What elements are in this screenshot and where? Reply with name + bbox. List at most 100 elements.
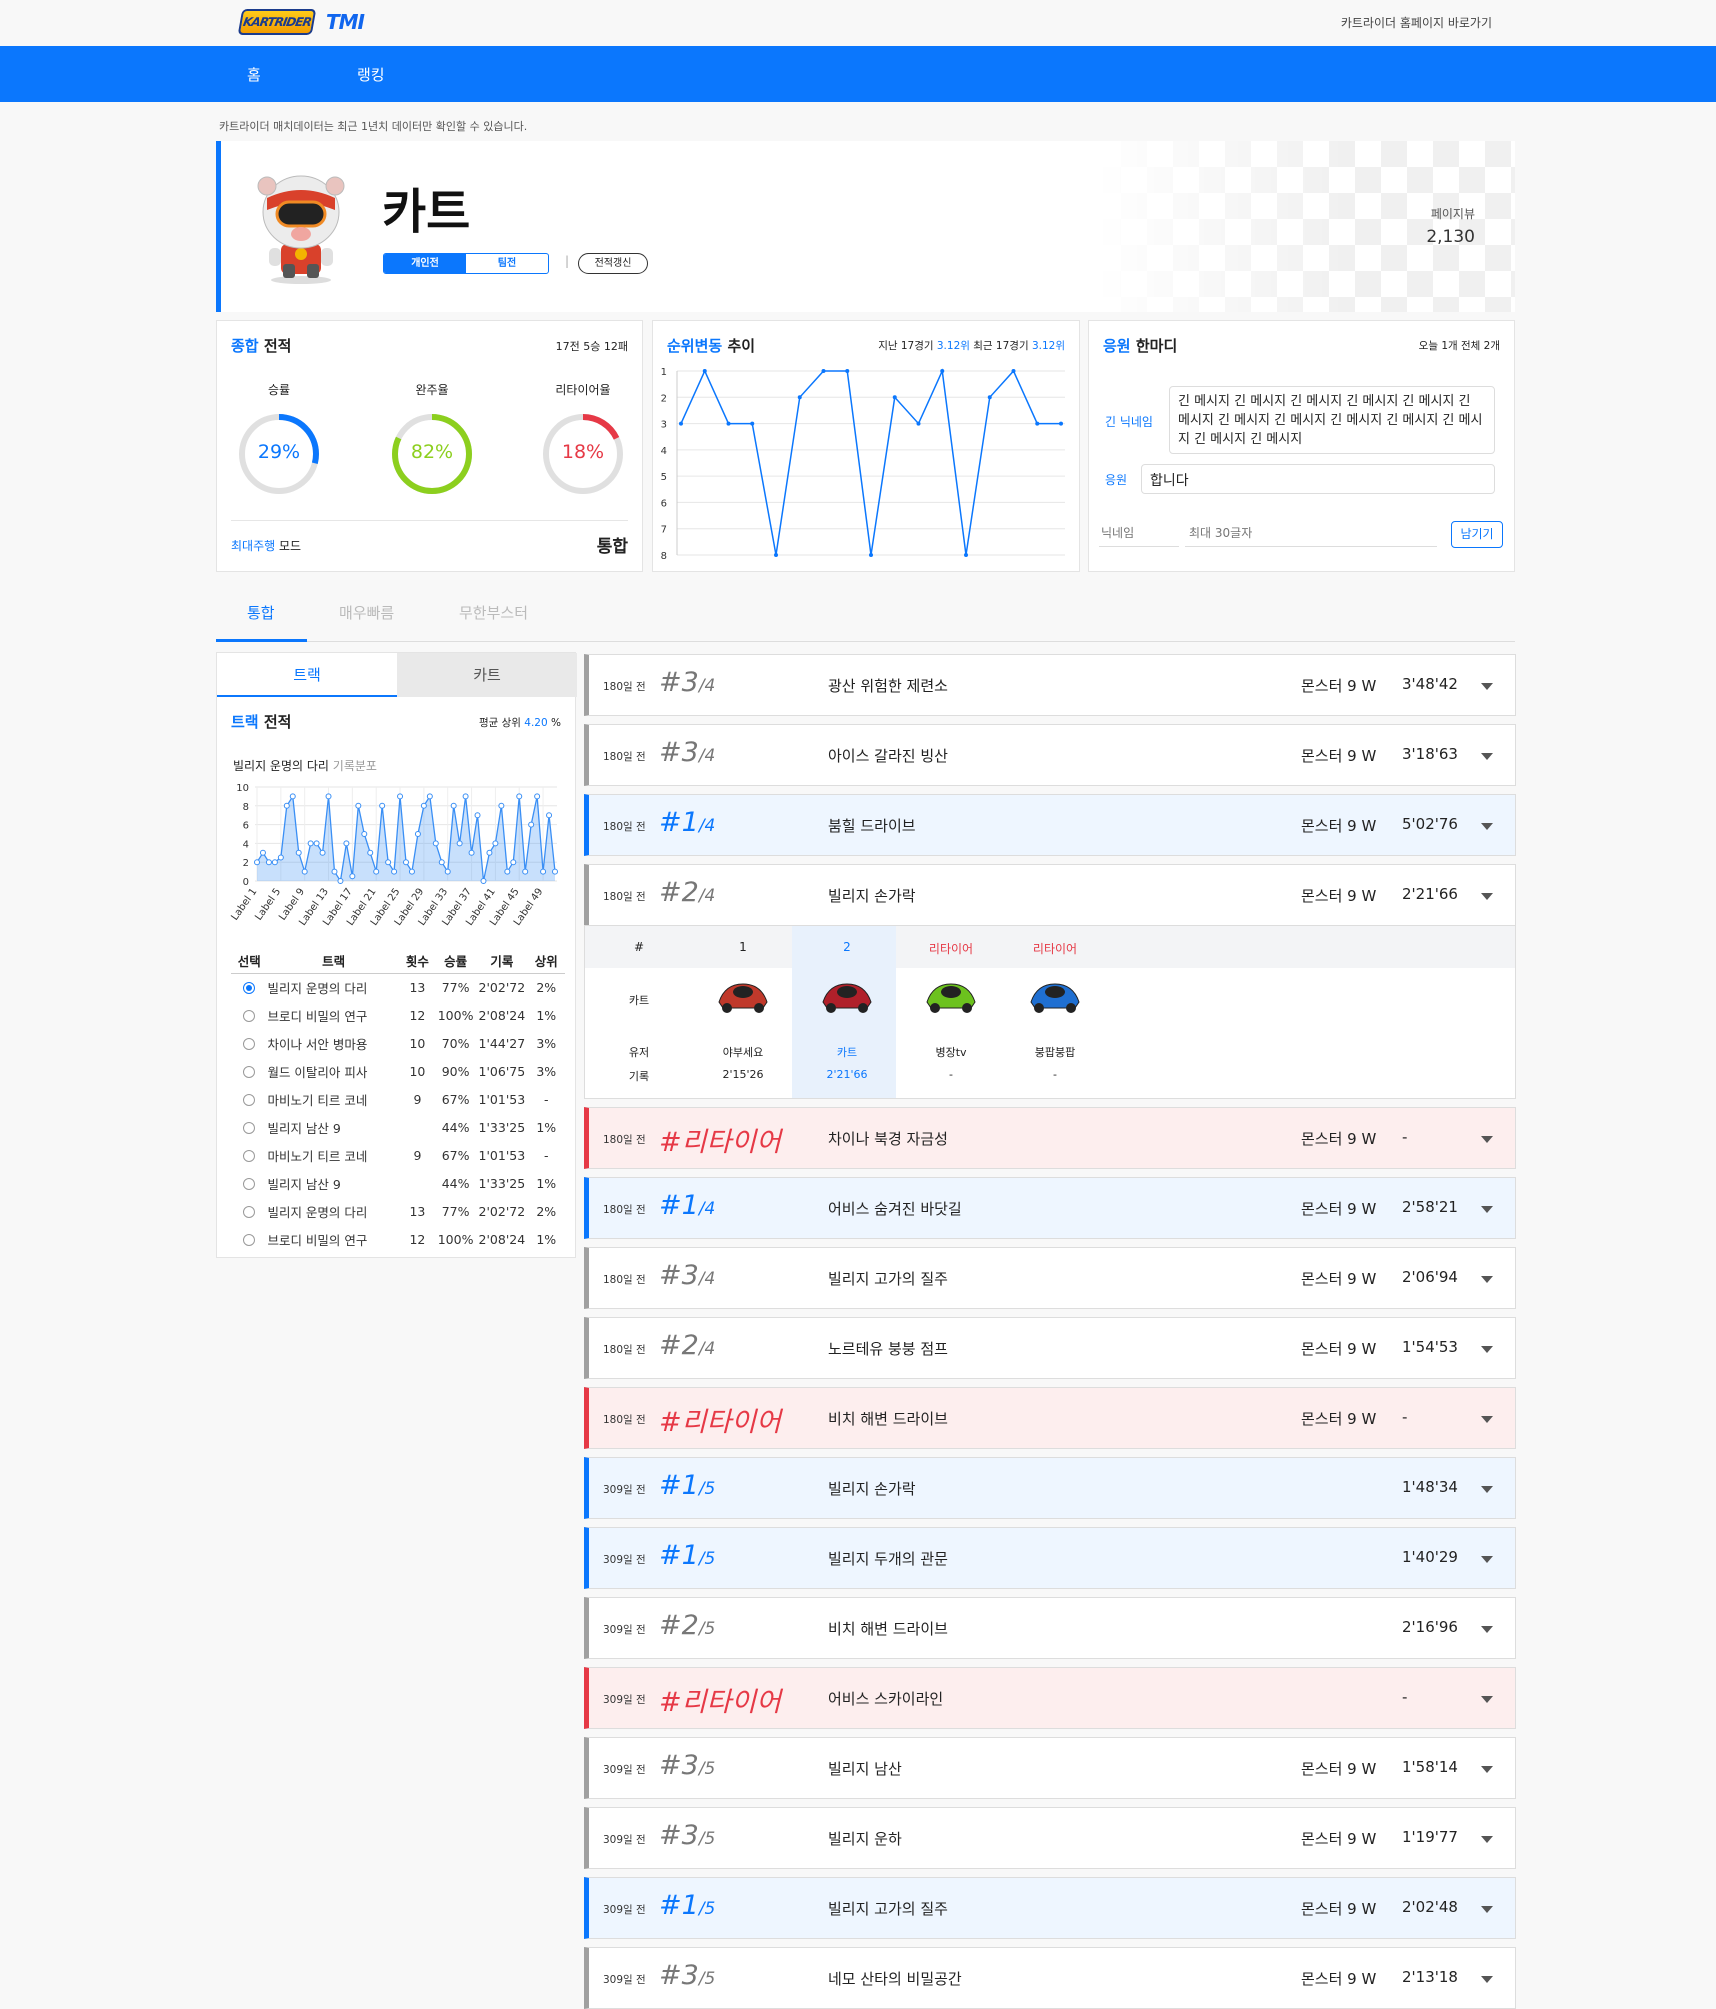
expand-chevron-down-icon[interactable] bbox=[1481, 1136, 1493, 1143]
nickname-input[interactable] bbox=[1099, 519, 1179, 547]
track-top: 1% bbox=[536, 1119, 557, 1135]
match-row[interactable]: 309일 전 #리타이어 어비스 스카이라인 - bbox=[584, 1667, 1516, 1729]
match-row[interactable]: 180일 전 #리타이어 차이나 북경 자금성 몬스터 9 W - bbox=[584, 1107, 1516, 1169]
dist-point bbox=[254, 859, 260, 866]
track-row[interactable]: 빌리지 남산 9 44% 1'33'25 1% bbox=[231, 1169, 565, 1197]
expand-chevron-down-icon[interactable] bbox=[1481, 1766, 1493, 1773]
track-row[interactable]: 빌리지 운명의 다리 13 77% 2'02'72 2% bbox=[231, 1197, 565, 1225]
match-row[interactable]: 180일 전 #리타이어 비치 해변 드라이브 몬스터 9 W - bbox=[584, 1387, 1516, 1449]
dist-point bbox=[343, 840, 350, 847]
match-row[interactable]: 309일 전 #3/5 빌리지 남산 몬스터 9 W 1'58'14 bbox=[584, 1737, 1516, 1799]
match-row[interactable]: 180일 전 #1/4 붐힐 드라이브 몬스터 9 W 5'02'76 bbox=[584, 794, 1516, 856]
match-row[interactable]: 180일 전 #3/4 아이스 갈라진 빙산 몬스터 9 W 3'18'63 bbox=[584, 724, 1516, 786]
tab-infinite-boost[interactable]: 무한부스터 bbox=[459, 602, 528, 623]
expand-chevron-down-icon[interactable] bbox=[1481, 1976, 1493, 1983]
track-row[interactable]: 마비노기 티르 코네 9 67% 1'01'53 - bbox=[231, 1085, 565, 1113]
track-radio[interactable] bbox=[243, 1234, 256, 1246]
track-select-cell[interactable] bbox=[231, 1113, 267, 1141]
match-row[interactable]: 309일 전 #3/5 네모 산타의 비밀공간 몬스터 9 W 2'13'18 bbox=[584, 1947, 1516, 2009]
track-radio[interactable] bbox=[243, 1010, 256, 1022]
track-row[interactable]: 월드 이탈리아 피사 10 90% 1'06'75 3% bbox=[231, 1057, 565, 1085]
match-row[interactable]: 309일 전 #3/5 빌리지 운하 몬스터 9 W 1'19'77 bbox=[584, 1807, 1516, 1869]
match-track: 빌리지 고가의 질주 bbox=[828, 1270, 948, 1288]
track-name: 마비노기 티르 코네 bbox=[267, 1148, 368, 1164]
match-row[interactable]: 180일 전 #2/4 빌리지 손가락 몬스터 9 W 2'21'66 bbox=[584, 864, 1516, 926]
track-radio[interactable] bbox=[243, 1122, 256, 1134]
match-detail-panel: #1 2 리타이어 리타이어 카트 유저 기록 야부세요 2'15'26 카트 2'21'66 병장t… bbox=[584, 925, 1516, 1099]
nav-ranking[interactable]: 랭킹 bbox=[357, 64, 385, 85]
track-radio[interactable] bbox=[243, 1066, 256, 1078]
expand-chevron-down-icon[interactable] bbox=[1481, 1836, 1493, 1843]
expand-chevron-down-icon[interactable] bbox=[1481, 1206, 1493, 1213]
homepage-link[interactable]: 카트라이더 홈페이지 바로가기 bbox=[1341, 14, 1492, 31]
track-radio[interactable] bbox=[243, 1094, 256, 1106]
track-radio[interactable] bbox=[243, 1178, 256, 1190]
detail-user[interactable]: 카트 bbox=[795, 1044, 899, 1060]
detail-record: 2'15'26 bbox=[722, 1068, 764, 1081]
expand-chevron-down-icon[interactable] bbox=[1481, 1486, 1493, 1493]
cheer-nick-1: 긴 닉네임 bbox=[1105, 415, 1153, 429]
match-rank-value: #1 bbox=[659, 807, 699, 838]
track-select-cell[interactable] bbox=[231, 1169, 267, 1197]
track-row[interactable]: 브로디 비밀의 연구 12 100% 2'08'24 1% bbox=[231, 1001, 565, 1029]
detail-user[interactable]: 야부세요 bbox=[691, 1044, 795, 1060]
track-radio[interactable] bbox=[243, 1150, 256, 1162]
track-select-cell[interactable] bbox=[231, 1085, 267, 1113]
track-radio[interactable] bbox=[243, 1206, 256, 1218]
track-row[interactable]: 빌리지 남산 9 44% 1'33'25 1% bbox=[231, 1113, 565, 1141]
tab-all[interactable]: 통합 bbox=[247, 602, 275, 623]
kartrider-logo[interactable]: KARTRIDER bbox=[237, 9, 317, 35]
match-track: 빌리지 남산 bbox=[828, 1760, 902, 1778]
match-row[interactable]: 180일 전 #2/4 노르테유 붕붕 점프 몬스터 9 W 1'54'53 bbox=[584, 1317, 1516, 1379]
detail-user[interactable]: 붕팝붕팝 bbox=[1003, 1044, 1107, 1060]
nav-home[interactable]: 홈 bbox=[247, 64, 261, 85]
side-tab-track[interactable]: 트랙 bbox=[217, 653, 397, 697]
track-select-cell[interactable] bbox=[231, 1001, 267, 1029]
submit-cheer-button[interactable]: 남기기 bbox=[1451, 521, 1503, 548]
expand-chevron-down-icon[interactable] bbox=[1481, 1626, 1493, 1633]
track-row[interactable]: 마비노기 티르 코네 9 67% 1'01'53 - bbox=[231, 1141, 565, 1169]
expand-chevron-down-icon[interactable] bbox=[1481, 1416, 1493, 1423]
track-select-cell[interactable] bbox=[231, 973, 267, 1001]
summary-title: 종합 전적 bbox=[231, 335, 291, 356]
track-record: 1'01'53 bbox=[478, 1147, 526, 1163]
refresh-record-button[interactable]: 전적갱신 bbox=[578, 253, 648, 274]
expand-chevron-down-icon[interactable] bbox=[1481, 1346, 1493, 1353]
match-kart: 몬스터 9 W bbox=[1301, 1340, 1377, 1358]
expand-chevron-down-icon[interactable] bbox=[1481, 1556, 1493, 1563]
expand-chevron-down-icon[interactable] bbox=[1481, 1696, 1493, 1703]
expand-chevron-down-icon[interactable] bbox=[1481, 1906, 1493, 1913]
track-record: 1'33'25 bbox=[478, 1119, 526, 1135]
expand-chevron-down-icon[interactable] bbox=[1481, 823, 1493, 830]
track-select-cell[interactable] bbox=[231, 1225, 267, 1253]
track-count: 12 bbox=[409, 1231, 426, 1247]
expand-chevron-down-icon[interactable] bbox=[1481, 893, 1493, 900]
match-row[interactable]: 180일 전 #3/4 빌리지 고가의 질주 몬스터 9 W 2'06'94 bbox=[584, 1247, 1516, 1309]
track-select-cell[interactable] bbox=[231, 1057, 267, 1085]
track-radio[interactable] bbox=[243, 1038, 256, 1050]
match-row[interactable]: 309일 전 #1/5 빌리지 두개의 관문 1'40'29 bbox=[584, 1527, 1516, 1589]
detail-user[interactable]: 병장tv bbox=[899, 1044, 1003, 1060]
track-row[interactable]: 빌리지 운명의 다리 13 77% 2'02'72 2% bbox=[231, 973, 565, 1001]
track-radio[interactable] bbox=[243, 982, 256, 995]
match-row[interactable]: 309일 전 #2/5 비치 해변 드라이브 2'16'96 bbox=[584, 1597, 1516, 1659]
track-row[interactable]: 차이나 서안 병마용 10 70% 1'44'27 3% bbox=[231, 1029, 565, 1057]
match-row[interactable]: 180일 전 #1/4 어비스 숨겨진 바닷길 몬스터 9 W 2'58'21 bbox=[584, 1177, 1516, 1239]
message-input[interactable] bbox=[1185, 519, 1437, 547]
expand-chevron-down-icon[interactable] bbox=[1481, 753, 1493, 760]
tab-team[interactable]: 팀전 bbox=[466, 254, 548, 273]
track-row[interactable]: 브로디 비밀의 연구 12 100% 2'08'24 1% bbox=[231, 1225, 565, 1253]
track-select-cell[interactable] bbox=[231, 1141, 267, 1169]
tab-very-fast[interactable]: 매우빠름 bbox=[339, 602, 394, 623]
match-rank: #2/4 bbox=[659, 1330, 715, 1361]
tmi-logo[interactable]: TMI bbox=[326, 10, 365, 34]
tab-solo[interactable]: 개인전 bbox=[384, 254, 466, 273]
match-row[interactable]: 309일 전 #1/5 빌리지 고가의 질주 몬스터 9 W 2'02'48 bbox=[584, 1877, 1516, 1939]
expand-chevron-down-icon[interactable] bbox=[1481, 683, 1493, 690]
expand-chevron-down-icon[interactable] bbox=[1481, 1276, 1493, 1283]
match-row[interactable]: 309일 전 #1/5 빌리지 손가락 1'48'34 bbox=[584, 1457, 1516, 1519]
side-tab-kart[interactable]: 카트 bbox=[397, 653, 577, 697]
track-select-cell[interactable] bbox=[231, 1029, 267, 1057]
track-select-cell[interactable] bbox=[231, 1197, 267, 1225]
match-row[interactable]: 180일 전 #3/4 광산 위험한 제련소 몬스터 9 W 3'48'42 bbox=[584, 654, 1516, 716]
